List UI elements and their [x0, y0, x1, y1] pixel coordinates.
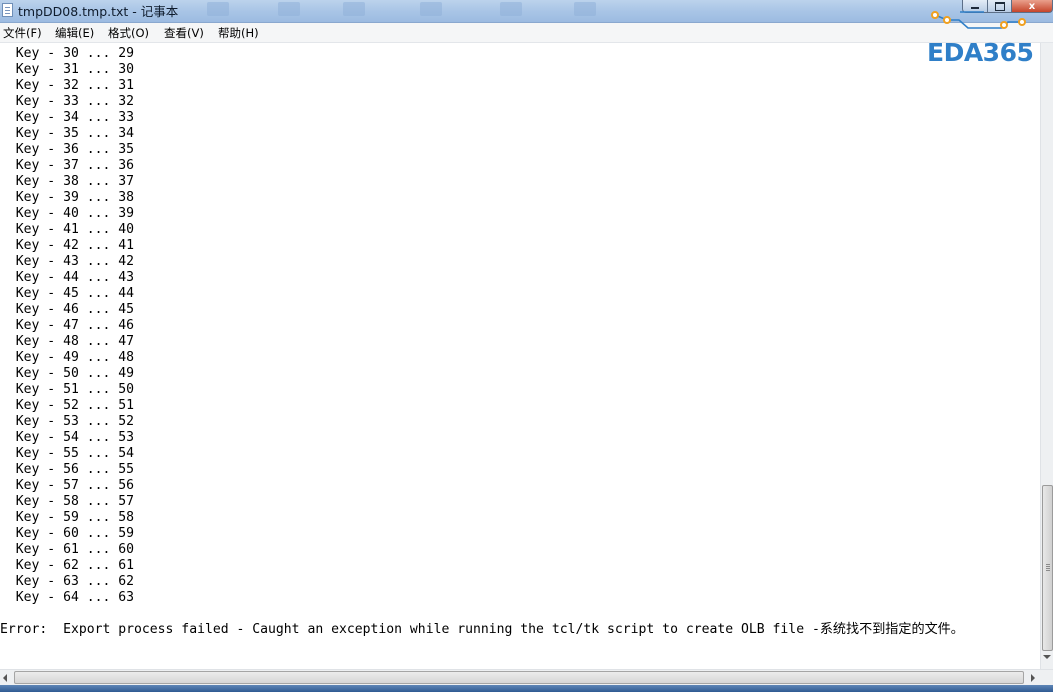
scroll-down-arrow-icon[interactable] [1043, 655, 1051, 659]
notepad-icon[interactable] [2, 3, 13, 17]
text-line: Key - 49 ... 48 [0, 350, 135, 365]
text-line: Key - 51 ... 50 [0, 382, 135, 397]
text-line: Key - 48 ... 47 [0, 334, 135, 349]
background-window-icon [207, 2, 229, 16]
text-line: Key - 33 ... 32 [0, 94, 135, 109]
text-line: Key - 46 ... 45 [0, 302, 135, 317]
text-line: Key - 34 ... 33 [0, 110, 135, 125]
taskbar [0, 685, 1053, 692]
text-line: Key - 35 ... 34 [0, 126, 135, 141]
text-line: Key - 41 ... 40 [0, 222, 135, 237]
text-line: Key - 37 ... 36 [0, 158, 135, 173]
window-title: tmpDD08.tmp.txt - 记事本 [18, 4, 179, 19]
title-bar[interactable]: tmpDD08.tmp.txt - 记事本 x [0, 0, 1053, 23]
text-line: Key - 56 ... 55 [0, 462, 135, 477]
watermark-logo-text: EDA365 [927, 38, 1034, 67]
text-line: Key - 63 ... 62 [0, 574, 135, 589]
menu-format[interactable]: 格式(O) [108, 25, 149, 41]
text-line: Key - 39 ... 38 [0, 190, 135, 205]
eda365-watermark: EDA365 [926, 8, 1046, 70]
text-line: Key - 64 ... 63 [0, 590, 135, 605]
horizontal-scrollbar[interactable] [0, 669, 1053, 685]
text-line: Key - 59 ... 58 [0, 510, 135, 525]
menu-help[interactable]: 帮助(H) [218, 25, 259, 41]
text-line: Key - 36 ... 35 [0, 142, 135, 157]
background-window-icon [343, 2, 365, 16]
text-line: Key - 45 ... 44 [0, 286, 135, 301]
background-window-icon [574, 2, 596, 16]
background-window-icon [278, 2, 300, 16]
text-line: Key - 54 ... 53 [0, 430, 135, 445]
menu-file[interactable]: 文件(F) [3, 25, 42, 41]
text-line: Key - 50 ... 49 [0, 366, 135, 381]
text-line: Key - 40 ... 39 [0, 206, 135, 221]
text-line: Key - 58 ... 57 [0, 494, 135, 509]
text-line: Key - 53 ... 52 [0, 414, 135, 429]
text-editor[interactable]: Key - 30 ... 29 Key - 31 ... 30 Key - 32… [0, 43, 1040, 669]
text-line: Key - 42 ... 41 [0, 238, 135, 253]
vertical-scrollbar[interactable] [1040, 43, 1053, 669]
text-line: Key - 43 ... 42 [0, 254, 135, 269]
text-line: Key - 52 ... 51 [0, 398, 135, 413]
vertical-scroll-thumb[interactable] [1042, 485, 1053, 651]
text-line: Error: Export process failed - Caught an… [0, 622, 964, 637]
background-window-icon [500, 2, 522, 16]
text-line: Key - 30 ... 29 [0, 46, 135, 61]
background-window-icon [420, 2, 442, 16]
menu-edit[interactable]: 编辑(E) [55, 25, 94, 41]
text-line: Key - 47 ... 46 [0, 318, 135, 333]
text-line: Key - 57 ... 56 [0, 478, 135, 493]
text-line: Key - 44 ... 43 [0, 270, 135, 285]
text-line: Key - 32 ... 31 [0, 78, 135, 93]
text-line: Key - 62 ... 61 [0, 558, 135, 573]
text-line: Key - 60 ... 59 [0, 526, 135, 541]
scroll-grip-icon [1046, 564, 1050, 565]
menu-bar: 文件(F) 编辑(E) 格式(O) 查看(V) 帮助(H) [0, 23, 1053, 43]
circuit-trace-icon [931, 11, 1026, 29]
horizontal-scroll-thumb[interactable] [14, 671, 1024, 684]
text-line: Key - 31 ... 30 [0, 62, 135, 77]
text-line: Key - 38 ... 37 [0, 174, 135, 189]
text-line: Key - 61 ... 60 [0, 542, 135, 557]
scroll-right-arrow-icon[interactable] [1031, 674, 1035, 682]
scroll-left-arrow-icon[interactable] [3, 674, 7, 682]
menu-view[interactable]: 查看(V) [164, 25, 204, 41]
text-line: Key - 55 ... 54 [0, 446, 135, 461]
